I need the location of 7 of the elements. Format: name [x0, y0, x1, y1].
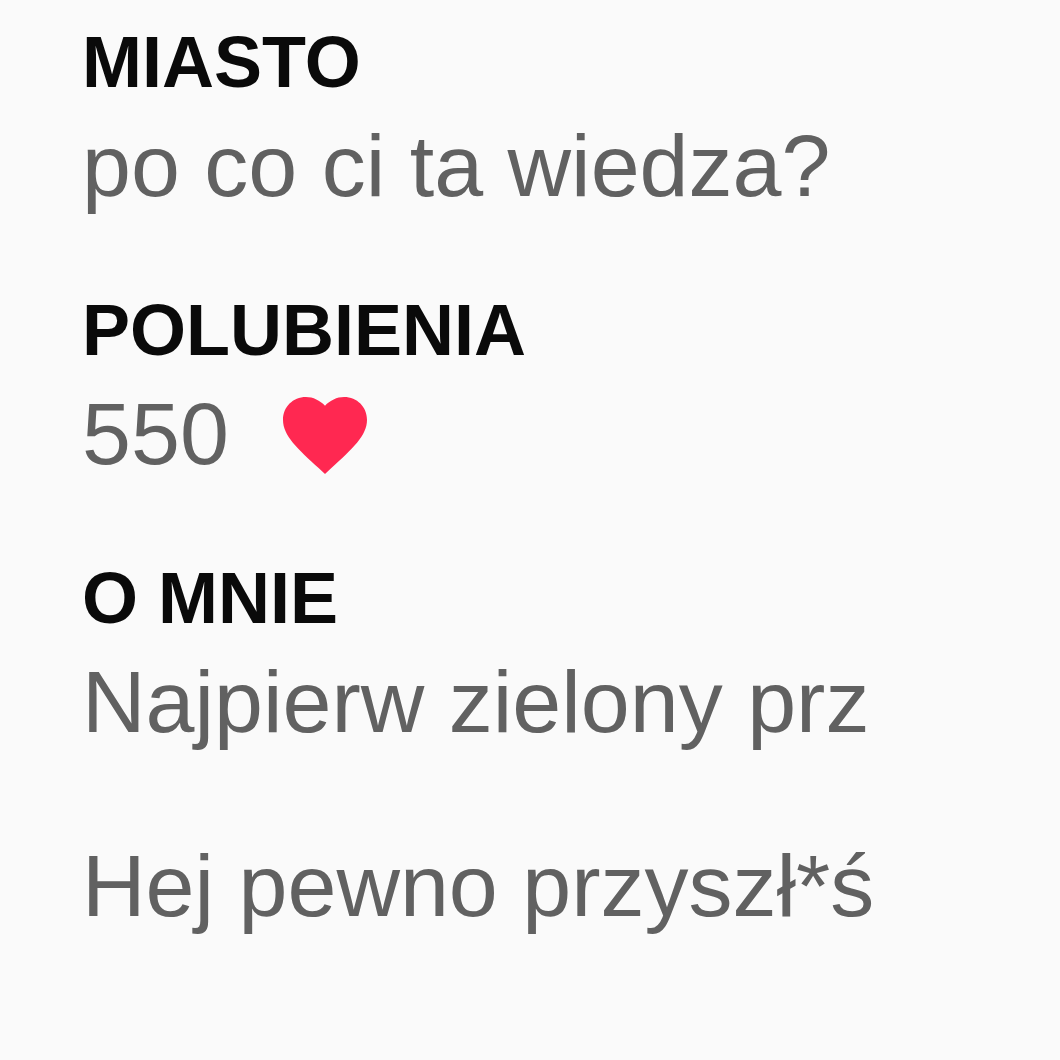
section-value: po co ci ta wiedza?: [82, 115, 831, 217]
section-value: Hej pewno przyszł*ś: [82, 835, 875, 937]
section-heading: POLUBIENIA: [82, 289, 528, 372]
section-heading: MIASTO: [82, 21, 362, 104]
section-value: Najpierw zielony prz: [82, 651, 870, 753]
section-value: 550: [82, 383, 229, 485]
section-heading: O MNIE: [82, 557, 339, 640]
